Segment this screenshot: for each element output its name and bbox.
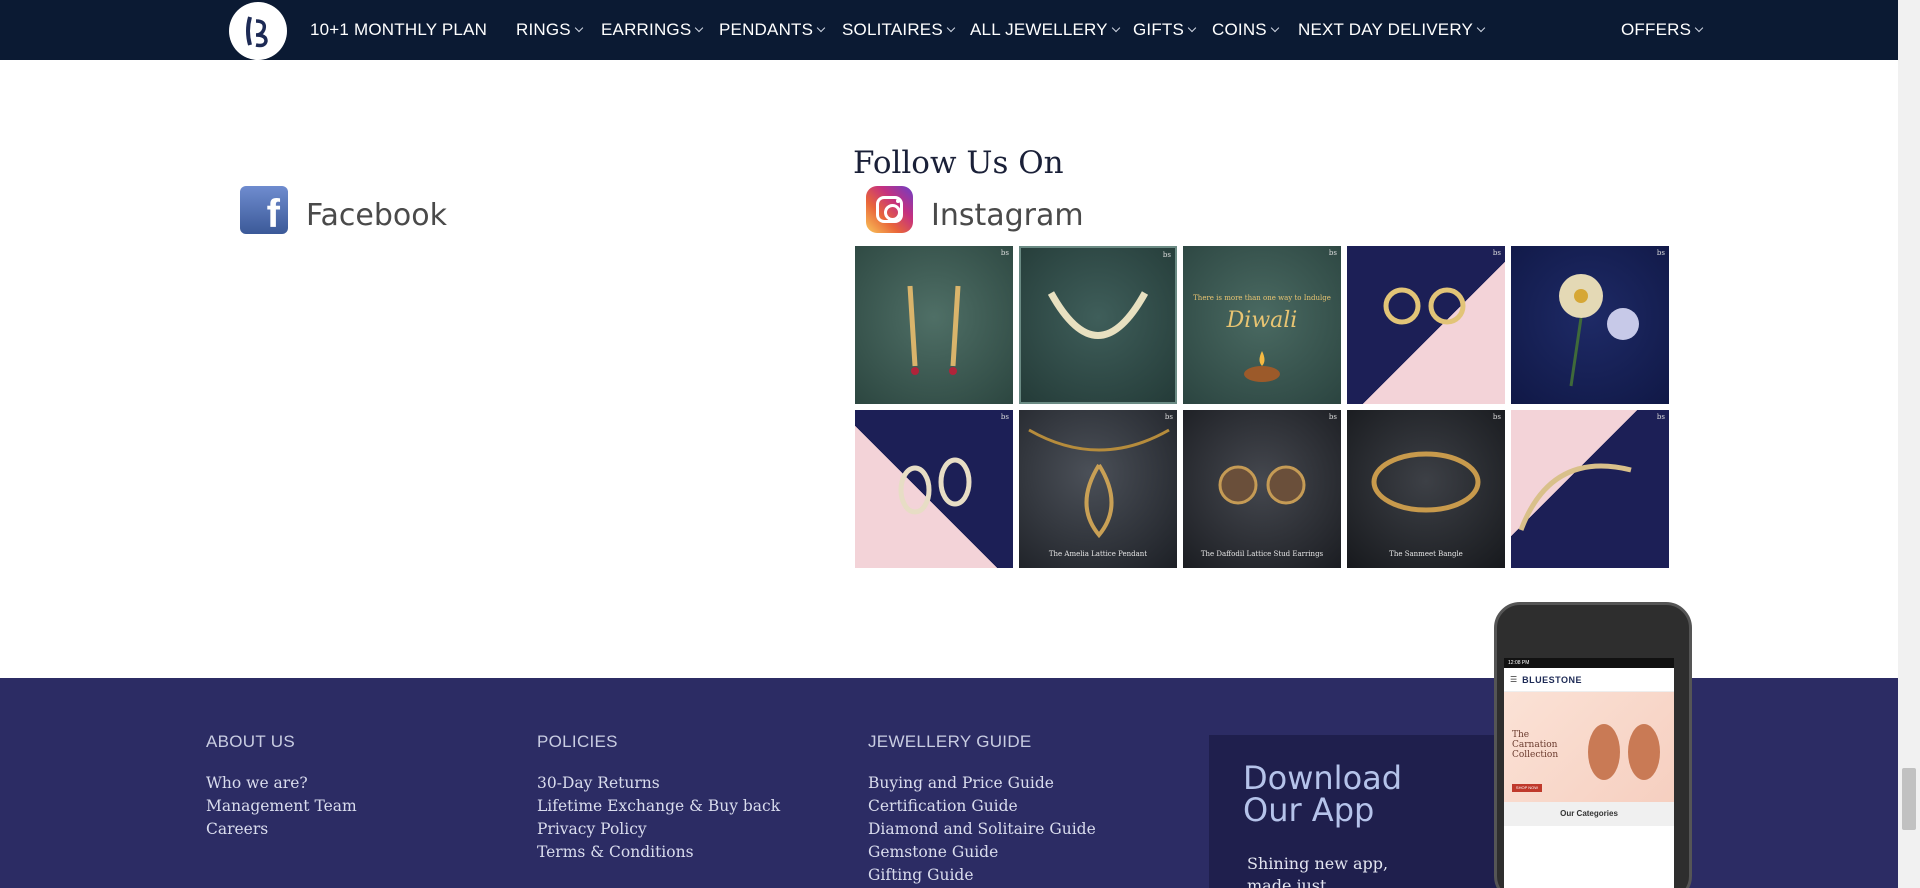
instagram-post[interactable]: The Amelia Lattice Pendant bs	[1019, 410, 1177, 568]
instagram-post[interactable]: bs	[1347, 246, 1505, 404]
stud-earrings-image-icon	[1218, 465, 1306, 505]
nav-item[interactable]: RINGS	[516, 0, 584, 60]
follow-us-heading: Follow Us On	[853, 145, 1064, 181]
nav-item-label: SOLITAIRES	[842, 20, 943, 39]
instagram-post[interactable]: bs	[1511, 246, 1669, 404]
nav-item-label: COINS	[1212, 20, 1267, 39]
instagram-icon[interactable]	[866, 186, 913, 233]
nav-item[interactable]: 10+1 MONTHLY PLAN	[310, 0, 487, 60]
nav-item[interactable]: OFFERS	[1621, 0, 1704, 60]
footer-column-policies: POLICIES 30-Day Returns Lifetime Exchang…	[537, 732, 780, 864]
instagram-post[interactable]: bs	[1019, 246, 1177, 404]
nav-item-label: GIFTS	[1133, 20, 1185, 39]
page-scrollbar[interactable]	[1898, 0, 1920, 888]
download-app-title: Download Our App	[1243, 759, 1403, 829]
download-app-subtitle: Shining new app, made just	[1247, 854, 1389, 888]
nav-item-label: EARRINGS	[601, 20, 692, 39]
nav-item[interactable]: GIFTS	[1133, 0, 1197, 60]
menu-icon: ☰	[1510, 675, 1518, 684]
phone-brand-name: BLUESTONE	[1522, 674, 1583, 685]
bangle-image-icon	[1371, 451, 1481, 513]
chevron-down-icon	[1694, 23, 1704, 33]
nav-item-label: PENDANTS	[719, 20, 814, 39]
chevron-down-icon	[1187, 23, 1197, 33]
footer-link-who-we-are[interactable]: Who we are?	[206, 772, 357, 795]
chevron-down-icon	[1111, 23, 1120, 33]
nav-item[interactable]: PENDANTS	[719, 0, 826, 60]
instagram-label[interactable]: Instagram	[931, 198, 1084, 233]
footer-link-returns[interactable]: 30-Day Returns	[537, 772, 780, 795]
phone-status-bar: 12:08 PM	[1504, 658, 1674, 668]
pendant-image-icon	[1028, 428, 1170, 539]
phone-banner: The Carnation Collection SHOP NOW	[1504, 692, 1674, 802]
phone-categories-label: Our Categories	[1504, 802, 1674, 826]
earrings-image-icon	[898, 457, 972, 515]
footer-heading: JEWELLERY GUIDE	[868, 732, 1032, 751]
footer-column-jewellery-guide: JEWELLERY GUIDE Buying and Price Guide C…	[868, 732, 1096, 887]
brand-logo[interactable]	[229, 2, 287, 60]
nav-item-label: NEXT DAY DELIVERY	[1298, 20, 1474, 39]
earrings-image-icon	[1588, 724, 1660, 780]
footer-heading: ABOUT US	[206, 732, 295, 751]
footer-link-diamond-guide[interactable]: Diamond and Solitaire Guide	[868, 818, 1096, 841]
nav-item[interactable]: SOLITAIRES	[842, 0, 956, 60]
facebook-icon[interactable]: f	[240, 186, 288, 234]
footer-link-gifting-guide[interactable]: Gifting Guide	[868, 864, 1096, 887]
instagram-post[interactable]: There is more than one way to Indulge Di…	[1183, 246, 1341, 404]
chevron-down-icon	[1270, 23, 1280, 33]
phone-app-header: ☰ BLUESTONE	[1504, 668, 1674, 692]
nav-item-label: ALL JEWELLERY	[970, 20, 1108, 39]
bracelet-image-icon	[1518, 463, 1632, 531]
footer-link-gemstone-guide[interactable]: Gemstone Guide	[868, 841, 1096, 864]
footer-link-certification-guide[interactable]: Certification Guide	[868, 795, 1096, 818]
footer-link-terms[interactable]: Terms & Conditions	[537, 841, 780, 864]
instagram-post[interactable]: The Sanmeet Bangle bs	[1347, 410, 1505, 568]
facebook-label[interactable]: Facebook	[306, 198, 447, 233]
scrollbar-thumb[interactable]	[1902, 768, 1916, 830]
bluestone-logo-icon	[246, 16, 268, 48]
instagram-post[interactable]: The Daffodil Lattice Stud Earrings bs	[1183, 410, 1341, 568]
footer-link-management-team[interactable]: Management Team	[206, 795, 357, 818]
nav-item[interactable]: NEXT DAY DELIVERY	[1298, 0, 1486, 60]
nav-item-label: OFFERS	[1621, 20, 1692, 39]
necklace-image-icon	[1047, 291, 1149, 339]
flower-brooch-image-icon	[1559, 274, 1639, 387]
phone-screen: 12:08 PM ☰ BLUESTONE The Carnation Colle…	[1504, 658, 1674, 888]
nav-item-label: 10+1 MONTHLY PLAN	[310, 20, 488, 39]
footer-link-careers[interactable]: Careers	[206, 818, 357, 841]
footer-link-privacy-policy[interactable]: Privacy Policy	[537, 818, 780, 841]
chevron-down-icon	[695, 23, 704, 33]
footer-link-lifetime-exchange[interactable]: Lifetime Exchange & Buy back	[537, 795, 780, 818]
chevron-down-icon	[574, 23, 584, 33]
nav-item[interactable]: EARRINGS	[601, 0, 704, 60]
instagram-post[interactable]: bs	[1511, 410, 1669, 568]
earrings-image-icon	[907, 285, 961, 375]
earrings-image-icon	[1383, 287, 1466, 325]
chevron-down-icon	[816, 23, 826, 33]
instagram-feed-grid: bs bs There is more than one way to Indu…	[855, 246, 1670, 570]
footer-link-buying-guide[interactable]: Buying and Price Guide	[868, 772, 1096, 795]
chevron-down-icon	[1476, 23, 1486, 33]
nav-item-label: RINGS	[516, 20, 571, 39]
chevron-down-icon	[946, 23, 956, 33]
footer-column-about: ABOUT US Who we are? Management Team Car…	[206, 732, 357, 841]
instagram-post[interactable]: bs	[855, 410, 1013, 568]
instagram-post[interactable]: bs	[855, 246, 1013, 404]
nav-item[interactable]: COINS	[1212, 0, 1280, 60]
footer-heading: POLICIES	[537, 732, 618, 751]
nav-item[interactable]: ALL JEWELLERY	[970, 0, 1120, 60]
